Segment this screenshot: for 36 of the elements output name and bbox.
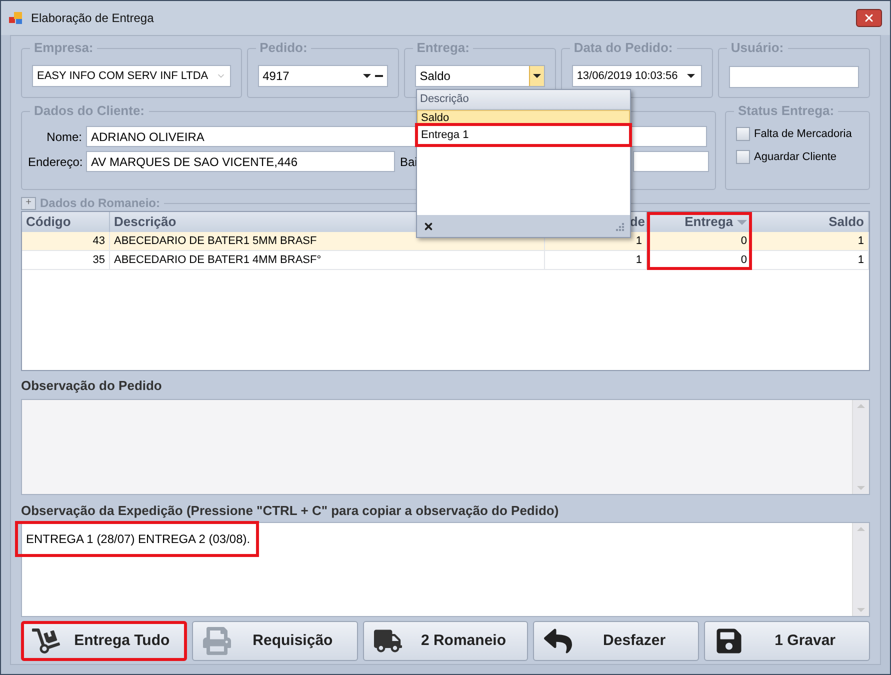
table-cell: 35 xyxy=(22,251,110,270)
window-title: Elaboração de Entrega xyxy=(31,10,155,27)
table-cell: ABECEDARIO DE BATER1 5MM BRASF xyxy=(110,232,545,251)
delivery-combo[interactable]: Saldo xyxy=(414,65,545,87)
action-button[interactable]: Entrega Tudo xyxy=(21,621,187,661)
table-cell: 1 xyxy=(752,232,869,251)
table-cell: 1 xyxy=(752,251,869,270)
date-combo[interactable]: 13/06/2019 10:03:56 xyxy=(572,65,702,87)
checkbox-label: Aguardar Cliente xyxy=(754,150,837,164)
table-cell: 43 xyxy=(22,232,110,251)
table-cell: ABECEDARIO DE BATER1 4MM BRASF° xyxy=(110,251,545,270)
group-title: Status Entrega: xyxy=(734,103,838,119)
column-header[interactable]: Saldo xyxy=(752,212,869,232)
action-button[interactable]: Requisição xyxy=(192,621,358,661)
action-button[interactable]: Desfazer xyxy=(533,621,700,661)
column-header: Descrição xyxy=(417,90,630,110)
checkbox-label: Falta de Mercadoria xyxy=(754,127,852,142)
field-label: Endereço: xyxy=(28,154,82,170)
notes-text: ENTREGA 1 (28/07) ENTREGA 2 (03/08). xyxy=(18,524,256,554)
column-header[interactable]: Código xyxy=(22,212,110,232)
action-button[interactable]: 2 Romaneio xyxy=(362,621,528,661)
column-header[interactable]: Entrega xyxy=(647,212,752,232)
group-title: Empresa: xyxy=(30,40,98,56)
expand-button[interactable]: + xyxy=(21,196,36,210)
address-field[interactable]: AV MARQUES DE SAO VICENTE,446 xyxy=(86,151,395,172)
field-label: Observação da Expedição (Pressione "CTRL + C" para copiar a observação do Pedido) xyxy=(21,502,560,520)
order-lookup[interactable]: 4917 xyxy=(258,65,388,87)
section-title: Dados do Romaneio: xyxy=(40,195,160,212)
table-cell: 0 xyxy=(647,232,752,251)
dropdown-option[interactable]: Saldo xyxy=(417,110,630,125)
field-label: Observação do Pedido xyxy=(21,377,163,395)
action-button[interactable]: 1 Gravar xyxy=(704,621,870,661)
table-cell: 1 xyxy=(545,251,647,270)
field-label: Nome: xyxy=(46,128,82,146)
company-combo[interactable]: EASY INFO COM SERV INF LTDA xyxy=(32,65,231,87)
group-title: Entrega: xyxy=(412,40,474,56)
